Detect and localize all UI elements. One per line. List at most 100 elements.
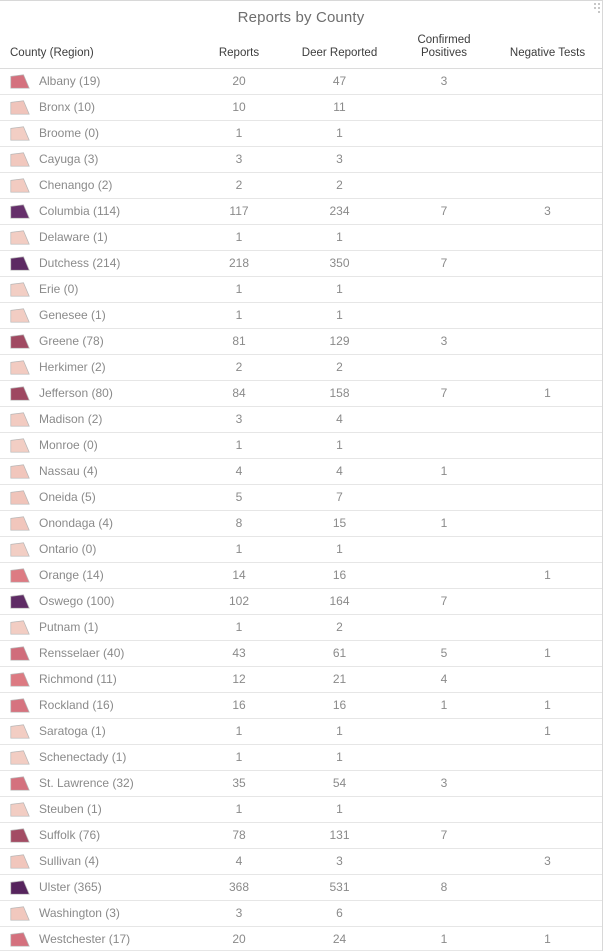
cell-county: Steuben (1): [0, 796, 195, 823]
county-cell-content: Columbia (114): [10, 199, 195, 224]
table-row[interactable]: Suffolk (76) 78 131 7: [0, 822, 602, 849]
cell-confirmed-positives: [396, 848, 492, 875]
cell-deer-reported: 4: [283, 406, 396, 433]
table-row[interactable]: Oswego (100) 102 164 7: [0, 588, 602, 615]
column-header-deer-reported[interactable]: Deer Reported: [283, 34, 396, 69]
county-name-label: Dutchess (214): [39, 256, 121, 270]
widget-header: Reports by County: [0, 1, 602, 34]
county-name-label: Steuben (1): [39, 802, 102, 816]
cell-negative-tests: [492, 328, 602, 355]
page-title: Reports by County: [237, 9, 365, 26]
table-row[interactable]: St. Lawrence (32) 35 54 3: [0, 770, 602, 797]
cell-negative-tests: [492, 770, 602, 797]
region-polygon-icon: [10, 802, 30, 817]
table-row[interactable]: Greene (78) 81 129 3: [0, 328, 602, 355]
table-row[interactable]: Monroe (0) 1 1: [0, 432, 602, 459]
table-row[interactable]: Onondaga (4) 8 15 1: [0, 510, 602, 537]
table-row[interactable]: Washington (3) 3 6: [0, 900, 602, 927]
region-polygon-icon: [10, 516, 30, 531]
county-cell-content: Bronx (10): [10, 95, 195, 120]
cell-confirmed-positives: [396, 354, 492, 381]
table-row[interactable]: Delaware (1) 1 1: [0, 224, 602, 251]
column-header-negative-tests[interactable]: Negative Tests: [492, 34, 602, 69]
table-row[interactable]: Jefferson (80) 84 158 7 1: [0, 380, 602, 407]
county-cell-content: Onondaga (4): [10, 511, 195, 536]
table-row[interactable]: Genesee (1) 1 1: [0, 302, 602, 329]
table-row[interactable]: Rockland (16) 16 16 1 1: [0, 692, 602, 719]
cell-reports: 117: [195, 198, 283, 225]
cell-confirmed-positives: 1: [396, 510, 492, 537]
table-row[interactable]: Nassau (4) 4 4 1: [0, 458, 602, 485]
cell-deer-reported: 16: [283, 562, 396, 589]
table-row[interactable]: Albany (19) 20 47 3: [0, 69, 602, 95]
table-row[interactable]: Richmond (11) 12 21 4: [0, 666, 602, 693]
cell-county: Oswego (100): [0, 588, 195, 615]
column-header-county[interactable]: County (Region): [0, 34, 195, 69]
cell-negative-tests: [492, 510, 602, 537]
cell-deer-reported: 11: [283, 94, 396, 121]
column-header-reports[interactable]: Reports: [195, 34, 283, 69]
county-name-label: Nassau (4): [39, 464, 98, 478]
table-row[interactable]: Ontario (0) 1 1: [0, 536, 602, 563]
cell-negative-tests: [492, 69, 602, 95]
table-row[interactable]: Bronx (10) 10 11: [0, 94, 602, 121]
cell-confirmed-positives: 7: [396, 822, 492, 849]
cell-county: St. Lawrence (32): [0, 770, 195, 797]
county-cell-content: Erie (0): [10, 277, 195, 302]
table-row[interactable]: Oneida (5) 5 7: [0, 484, 602, 511]
table-row[interactable]: Westchester (17) 20 24 1 1: [0, 926, 602, 951]
cell-negative-tests: [492, 120, 602, 147]
region-polygon-icon: [10, 672, 30, 687]
resize-grip-icon[interactable]: [589, 3, 600, 14]
county-cell-content: Sullivan (4): [10, 849, 195, 874]
table-row[interactable]: Broome (0) 1 1: [0, 120, 602, 147]
county-name-label: Bronx (10): [39, 100, 96, 114]
cell-deer-reported: 1: [283, 276, 396, 303]
region-polygon-icon: [10, 724, 30, 739]
county-cell-content: Cayuga (3): [10, 147, 195, 172]
table-row[interactable]: Chenango (2) 2 2: [0, 172, 602, 199]
table-row[interactable]: Schenectady (1) 1 1: [0, 744, 602, 771]
cell-negative-tests: 1: [492, 692, 602, 719]
region-polygon-icon: [10, 74, 30, 89]
cell-negative-tests: 3: [492, 848, 602, 875]
cell-deer-reported: 531: [283, 874, 396, 901]
table-row[interactable]: Erie (0) 1 1: [0, 276, 602, 303]
cell-reports: 3: [195, 146, 283, 173]
county-name-label: Onondaga (4): [39, 516, 114, 530]
cell-confirmed-positives: [396, 172, 492, 199]
cell-confirmed-positives: 7: [396, 588, 492, 615]
cell-negative-tests: [492, 302, 602, 329]
county-cell-content: Steuben (1): [10, 797, 195, 822]
table-row[interactable]: Cayuga (3) 3 3: [0, 146, 602, 173]
table-row[interactable]: Orange (14) 14 16 1: [0, 562, 602, 589]
county-cell-content: Saratoga (1): [10, 719, 195, 744]
table-row[interactable]: Madison (2) 3 4: [0, 406, 602, 433]
cell-negative-tests: [492, 146, 602, 173]
cell-reports: 20: [232, 74, 246, 88]
cell-county: Erie (0): [0, 276, 195, 303]
table-row[interactable]: Herkimer (2) 2 2: [0, 354, 602, 381]
table-row[interactable]: Saratoga (1) 1 1 1: [0, 718, 602, 745]
cell-reports: 16: [195, 692, 283, 719]
county-name-label: Oneida (5): [39, 490, 96, 504]
table-row[interactable]: Columbia (114) 117 234 7 3: [0, 198, 602, 225]
table-row[interactable]: Rensselaer (40) 43 61 5 1: [0, 640, 602, 667]
county-name-label: Columbia (114): [39, 204, 121, 218]
column-header-confirmed-positives[interactable]: Confirmed Positives: [396, 34, 492, 69]
table-row[interactable]: Sullivan (4) 4 3 3: [0, 848, 602, 875]
table-row[interactable]: Putnam (1) 1 2: [0, 614, 602, 641]
cell-confirmed-positives: 1: [396, 926, 492, 951]
county-name-label: Albany (19): [39, 74, 101, 88]
county-name-label: Oswego (100): [39, 594, 115, 608]
cell-confirmed-positives: 3: [396, 328, 492, 355]
cell-confirmed-positives: [396, 146, 492, 173]
cell-reports: 1: [195, 536, 283, 563]
table-row[interactable]: Dutchess (214) 218 350 7: [0, 250, 602, 277]
cell-negative-tests: 1: [492, 926, 602, 951]
cell-county: Ulster (365): [0, 874, 195, 901]
table-row[interactable]: Steuben (1) 1 1: [0, 796, 602, 823]
cell-reports: 2: [195, 172, 283, 199]
table-row[interactable]: Ulster (365) 368 531 8: [0, 874, 602, 901]
region-polygon-icon: [10, 282, 30, 297]
